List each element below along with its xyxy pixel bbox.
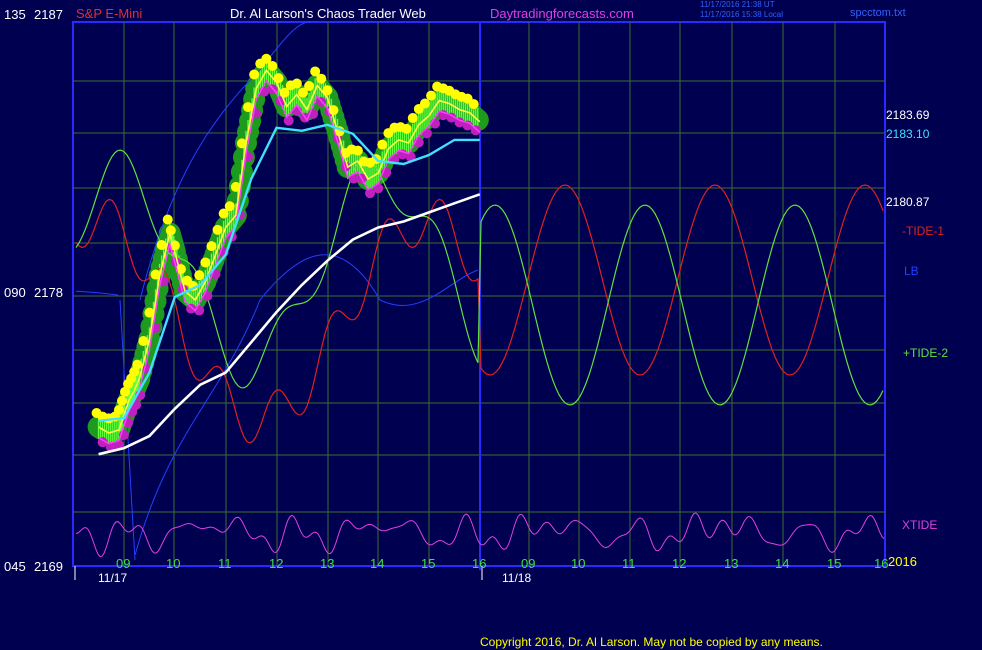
x-tick-label-day2-2: 11 [622, 556, 636, 571]
price-high-dot-42 [156, 239, 167, 250]
series-label-xtide: XTIDE [902, 518, 937, 532]
price-high-dot-12 [113, 404, 124, 415]
x-tick-label-day2-5: 14 [775, 556, 789, 571]
price-low-dot-173 [421, 128, 432, 139]
price-high-dot-165 [401, 123, 412, 134]
x-tick-label-day1-1: 10 [166, 556, 180, 571]
price-high-dot-174 [419, 98, 430, 109]
x-tick-label-day1-3: 12 [269, 556, 283, 571]
price-high-dot-30 [132, 359, 143, 370]
price-high-dot-123 [316, 73, 327, 84]
date-label-2: 11/18 [502, 571, 531, 585]
price-low-dot-105 [283, 115, 294, 126]
price-high-dot-78 [224, 201, 235, 212]
date-label-1: 11/17 [98, 571, 127, 585]
x-tick-label-day1-4: 13 [320, 556, 334, 571]
price-high-dot-15 [117, 395, 127, 406]
price-low-dot-149 [373, 183, 384, 194]
left-bottom-code: 045 [4, 559, 26, 574]
price-high-dot-99 [267, 61, 278, 72]
x-tick-label-day2-3: 12 [672, 556, 686, 571]
left-mid-code: 090 [4, 285, 26, 300]
right-price-label-2: 2183.10 [886, 127, 930, 141]
price-high-dot-72 [212, 224, 223, 235]
x-tick-label-day2-7: 16 [874, 556, 888, 571]
site-url[interactable]: Daytradingforecasts.com [490, 6, 634, 21]
x-tick-label-day1-5: 14 [370, 556, 384, 571]
left-mid-price: 2178 [34, 285, 63, 300]
right-price-label-1: 2183.69 [886, 108, 930, 122]
labels-layer: 09 10 11 12 13 14 15 16 09 10 11 12 13 14 15 16 [116, 556, 888, 571]
series-label-tide1: -TIDE-1 [902, 224, 944, 238]
x-tick-label-day1-0: 09 [116, 556, 130, 571]
x-tick-label-day2-6: 15 [827, 556, 841, 571]
price-high-dot-177 [426, 90, 437, 101]
site-title: Dr. Al Larson's Chaos Trader Web [230, 6, 426, 21]
price-high-dot-90 [249, 69, 260, 80]
price-high-dot-111 [291, 78, 302, 89]
copyright-footer: Copyright 2016, Dr. Al Larson. May not b… [480, 635, 823, 649]
price-high-dot-48 [165, 225, 176, 236]
x-tick-label-day1-6: 15 [421, 556, 435, 571]
price-high-dot-33 [138, 336, 149, 347]
price-high-dot-69 [206, 241, 217, 252]
series-label-lb: LB [904, 264, 919, 278]
price-high-dot-63 [194, 270, 205, 281]
price-high-dot-168 [407, 113, 418, 124]
series-label-tide2: +TIDE-2 [903, 346, 948, 360]
right-price-label-3: 2180.87 [886, 195, 930, 209]
x-tick-label-day2-1: 10 [571, 556, 585, 571]
price-low-dot-197 [470, 125, 481, 136]
timestamp-local: 11/17/2016 15:38 Local [700, 10, 783, 19]
price-high-dot-45 [162, 214, 173, 225]
left-top-code: 135 [4, 7, 26, 22]
price-high-dot-117 [304, 80, 315, 91]
price-high-dot-153 [377, 139, 388, 150]
lb-line-left [75, 290, 119, 296]
left-top-price: 2187 [34, 7, 63, 22]
chaos-trader-chart: 09 10 11 12 13 14 15 16 09 10 11 12 13 14 15 16 135 218… [4, 0, 948, 649]
x-tick-label-day1-7: 16 [472, 556, 486, 571]
left-bottom-price: 2169 [34, 559, 63, 574]
price-high-dot-198 [468, 99, 479, 110]
x-tick-label-day2-0: 09 [521, 556, 535, 571]
timestamp-utc: 11/17/2016 21:38 UT [700, 0, 775, 9]
x-tick-label-day2-4: 13 [724, 556, 738, 571]
price-high-dot-66 [200, 257, 211, 268]
x-tick-label-day1-2: 11 [218, 556, 232, 571]
data-filename: spcctom.txt [850, 7, 906, 19]
price-high-dot-141 [352, 145, 363, 156]
instrument-title: S&P E-Mini [76, 6, 142, 21]
year-label: 2016 [888, 554, 917, 569]
